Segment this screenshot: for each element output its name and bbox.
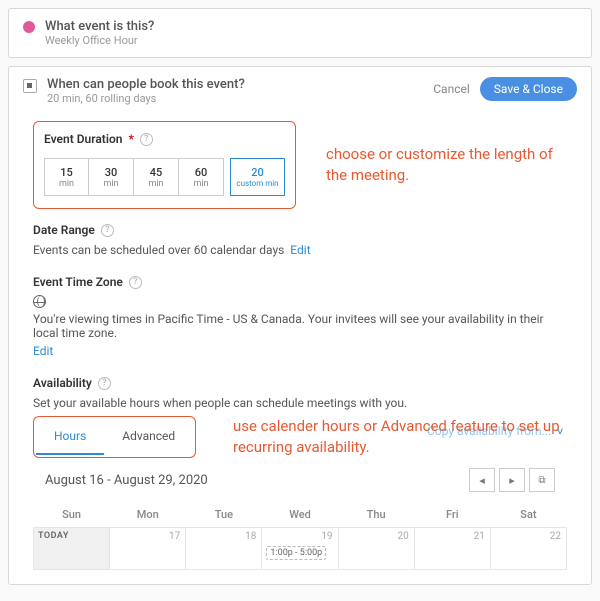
event-color-dot	[23, 21, 35, 33]
calendar-cell[interactable]: 19 1:00p - 5:00p	[262, 528, 338, 570]
day-head-sat: Sat	[490, 502, 566, 528]
time-slot[interactable]: 1:00p - 5:00p	[266, 546, 326, 560]
save-close-button[interactable]: Save & Close	[480, 77, 577, 101]
date-range-text: Events can be scheduled over 60 calendar…	[33, 243, 284, 257]
globe-icon	[33, 295, 46, 308]
event-header-title: What event is this?	[45, 19, 154, 34]
duration-section: Event Duration * ? 15min 30min 45min 60m…	[23, 105, 577, 223]
booking-subtitle: 20 min, 60 rolling days	[47, 92, 245, 105]
calendar-cell[interactable]: 20	[338, 528, 414, 570]
timezone-section: Event Time Zone ? You're viewing times i…	[23, 271, 577, 372]
calendar-square-icon	[23, 79, 37, 93]
event-header-card[interactable]: What event is this? Weekly Office Hour	[8, 8, 592, 58]
date-range-edit[interactable]: Edit	[290, 243, 310, 257]
calendar-copy-button[interactable]: ⧉	[529, 468, 555, 492]
timezone-label: Event Time Zone	[33, 275, 123, 289]
required-asterisk: *	[128, 132, 133, 146]
duration-60[interactable]: 60min	[179, 158, 224, 196]
duration-15[interactable]: 15min	[44, 158, 89, 196]
tab-advanced[interactable]: Advanced	[104, 419, 193, 455]
help-icon[interactable]: ?	[101, 224, 114, 237]
booking-card: When can people book this event? 20 min,…	[8, 66, 592, 585]
duration-options: 15min 30min 45min 60min 20custom min	[44, 158, 285, 196]
calendar-cell[interactable]: 18	[186, 528, 262, 570]
duration-45[interactable]: 45min	[134, 158, 179, 196]
day-head-mon: Mon	[110, 502, 186, 528]
help-icon[interactable]: ?	[129, 276, 142, 289]
calendar-cell[interactable]: 17	[110, 528, 186, 570]
calendar-cell-today[interactable]: TODAY	[34, 528, 110, 570]
timezone-edit[interactable]: Edit	[33, 344, 53, 358]
date-range-section: Date Range ? Events can be scheduled ove…	[23, 223, 577, 271]
calendar-cell[interactable]: 22	[490, 528, 566, 570]
date-range-label: Date Range	[33, 223, 95, 237]
cancel-button[interactable]: Cancel	[433, 82, 470, 96]
duration-highlight-box: Event Duration * ? 15min 30min 45min 60m…	[33, 121, 296, 209]
calendar-range: August 16 - August 29, 2020	[45, 473, 208, 488]
duration-annotation: choose or customize the length of the me…	[326, 144, 567, 186]
day-head-thu: Thu	[338, 502, 414, 528]
calendar-grid: Sun Mon Tue Wed Thu Fri Sat TODAY 17 18	[33, 502, 567, 570]
chevron-down-icon[interactable]: ⅴ	[557, 426, 563, 437]
tab-hours[interactable]: Hours	[36, 419, 104, 455]
timezone-text: You're viewing times in Pacific Time - U…	[33, 312, 567, 340]
event-header-subtitle: Weekly Office Hour	[45, 34, 577, 47]
day-head-fri: Fri	[414, 502, 490, 528]
day-head-sun: Sun	[34, 502, 110, 528]
duration-label: Event Duration	[44, 132, 122, 146]
booking-title: When can people book this event?	[47, 77, 245, 92]
duration-30[interactable]: 30min	[89, 158, 134, 196]
copy-availability-link[interactable]: Copy availability from...	[427, 424, 551, 438]
availability-text: Set your available hours when people can…	[33, 396, 567, 410]
availability-tabs-highlight: Hours Advanced	[33, 416, 196, 458]
calendar-cell[interactable]: 21	[414, 528, 490, 570]
availability-label: Availability	[33, 376, 92, 390]
help-icon[interactable]: ?	[98, 377, 111, 390]
availability-section: Availability ? Set your available hours …	[23, 372, 577, 584]
calendar-prev-button[interactable]: ◂	[469, 468, 495, 492]
day-head-tue: Tue	[186, 502, 262, 528]
calendar-next-button[interactable]: ▸	[499, 468, 525, 492]
help-icon[interactable]: ?	[140, 133, 153, 146]
duration-custom[interactable]: 20custom min	[230, 158, 285, 196]
day-head-wed: Wed	[262, 502, 338, 528]
